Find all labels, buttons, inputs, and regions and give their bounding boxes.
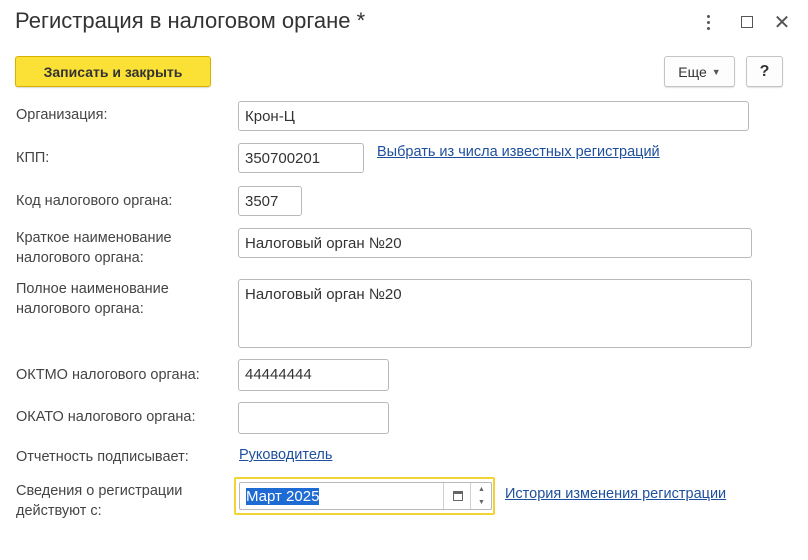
short-name-label-line2: налогового органа: — [16, 250, 144, 266]
chevron-up-icon[interactable]: ▲ — [471, 483, 492, 496]
full-name-label-line2: налогового органа: — [16, 301, 144, 317]
window-title: Регистрация в налоговом органе * — [15, 8, 366, 33]
more-button[interactable]: Еще ▼ — [664, 56, 735, 87]
chevron-down-icon: ▼ — [711, 66, 721, 77]
registration-history-link[interactable]: История изменения регистрации — [505, 486, 726, 502]
registration-label-line1: Сведения о регистрации — [16, 483, 183, 499]
close-icon[interactable]: ✕ — [770, 10, 794, 34]
short-name-label: Краткое наименование налогового органа: — [16, 228, 172, 268]
full-name-label-line1: Полное наименование — [16, 281, 169, 297]
registration-date-value: Март 2025 — [246, 488, 320, 505]
date-spinner[interactable]: ▲ ▼ — [470, 483, 492, 509]
organization-label: Организация: — [16, 107, 108, 123]
full-name-label: Полное наименование налогового органа: — [16, 279, 169, 319]
tax-code-input[interactable]: 3507 — [238, 186, 302, 216]
signer-link[interactable]: Руководитель — [239, 447, 332, 463]
calendar-icon — [452, 491, 463, 501]
chevron-down-icon[interactable]: ▼ — [471, 496, 492, 509]
okato-input[interactable] — [238, 402, 389, 434]
full-name-textarea[interactable]: Налоговый орган №20 — [238, 279, 752, 348]
choose-known-registration-link[interactable]: Выбрать из числа известных регистраций — [377, 144, 660, 160]
signer-label: Отчетность подписывает: — [16, 449, 189, 465]
more-button-label: Еще — [678, 63, 707, 80]
kebab-menu-icon[interactable] — [696, 10, 720, 34]
short-name-input[interactable]: Налоговый орган №20 — [238, 228, 752, 258]
organization-input[interactable]: Крон-Ц — [238, 101, 749, 131]
registration-label-line2: действуют с: — [16, 503, 102, 519]
registration-date-input[interactable]: Март 2025 ▲ ▼ — [239, 482, 492, 510]
okato-label: ОКАТО налогового органа: — [16, 409, 196, 425]
oktmo-input[interactable]: 44444444 — [238, 359, 389, 391]
maximize-icon[interactable] — [735, 10, 759, 34]
kpp-input[interactable]: 350700201 — [238, 143, 364, 173]
tax-code-label: Код налогового органа: — [16, 193, 173, 209]
help-button[interactable]: ? — [746, 56, 783, 87]
registration-date-focus-frame: Март 2025 ▲ ▼ — [234, 477, 495, 515]
oktmo-label: ОКТМО налогового органа: — [16, 367, 200, 383]
kpp-label: КПП: — [16, 150, 50, 166]
save-and-close-button[interactable]: Записать и закрыть — [15, 56, 211, 87]
calendar-button[interactable] — [443, 483, 471, 509]
short-name-label-line1: Краткое наименование — [16, 230, 172, 246]
registration-label: Сведения о регистрации действуют с: — [16, 481, 182, 521]
